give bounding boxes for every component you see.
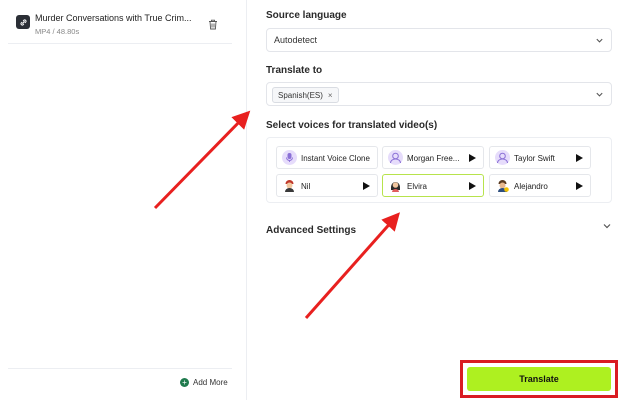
- person-avatar: [495, 150, 510, 165]
- microphone-avatar: [282, 150, 297, 165]
- chevron-down-icon: [596, 92, 603, 97]
- file-divider: [8, 43, 232, 44]
- advanced-settings-label: Advanced Settings: [266, 225, 357, 236]
- play-icon[interactable]: [576, 182, 583, 190]
- link-icon: [16, 15, 30, 29]
- play-icon[interactable]: [363, 182, 370, 190]
- add-more-button[interactable]: + Add More: [180, 378, 228, 387]
- target-language-select[interactable]: Spanish(ES) ×: [266, 82, 612, 106]
- voice-name: Elvira: [407, 182, 428, 191]
- chevron-down-icon: [603, 224, 611, 229]
- person-avatar: [388, 150, 403, 165]
- voice-elvira[interactable]: Elvira: [382, 174, 484, 197]
- translate-to-label: Translate to: [266, 65, 323, 76]
- translate-button[interactable]: Translate: [467, 367, 611, 391]
- play-icon[interactable]: [469, 182, 476, 190]
- cartoon-woman-avatar: [388, 178, 403, 193]
- voice-taylor-swift[interactable]: Taylor Swift: [489, 146, 591, 169]
- file-meta: MP4 / 48.80s: [35, 27, 80, 36]
- play-icon[interactable]: [576, 154, 583, 162]
- source-language-label: Source language: [266, 10, 347, 21]
- cartoon-man-avatar: [495, 178, 510, 193]
- voice-name: Nil: [301, 182, 311, 191]
- voices-label: Select voices for translated video(s): [266, 120, 438, 131]
- play-icon[interactable]: [469, 154, 476, 162]
- voice-instant-voice-clone[interactable]: Instant Voice Clone: [276, 146, 378, 169]
- language-tag: Spanish(ES) ×: [272, 87, 339, 103]
- voice-name: Taylor Swift: [514, 154, 555, 163]
- voice-name: Morgan Free...: [407, 154, 460, 163]
- voice-name: Alejandro: [514, 182, 548, 191]
- source-language-select[interactable]: Autodetect: [266, 28, 612, 52]
- language-tag-label: Spanish(ES): [278, 90, 323, 100]
- add-more-label: Add More: [193, 378, 228, 387]
- file-title: Murder Conversations with True Crim...: [35, 13, 192, 23]
- cartoon-man-avatar: [282, 178, 297, 193]
- trash-icon[interactable]: [208, 17, 218, 30]
- advanced-settings-toggle[interactable]: Advanced Settings: [266, 220, 612, 236]
- remove-tag-icon[interactable]: ×: [328, 91, 333, 100]
- source-language-value: Autodetect: [274, 35, 318, 45]
- plus-circle-icon: +: [180, 378, 189, 387]
- voice-nil[interactable]: Nil: [276, 174, 378, 197]
- translate-highlight-frame: Translate: [460, 360, 618, 398]
- chevron-down-icon: [596, 38, 603, 43]
- footer-divider: [8, 368, 232, 369]
- file-item[interactable]: Murder Conversations with True Crim... M…: [14, 11, 224, 43]
- file-list-panel: Murder Conversations with True Crim... M…: [0, 0, 247, 400]
- voice-alejandro[interactable]: Alejandro: [489, 174, 591, 197]
- voice-morgan-freeman[interactable]: Morgan Free...: [382, 146, 484, 169]
- voice-name: Instant Voice Clone: [301, 154, 370, 163]
